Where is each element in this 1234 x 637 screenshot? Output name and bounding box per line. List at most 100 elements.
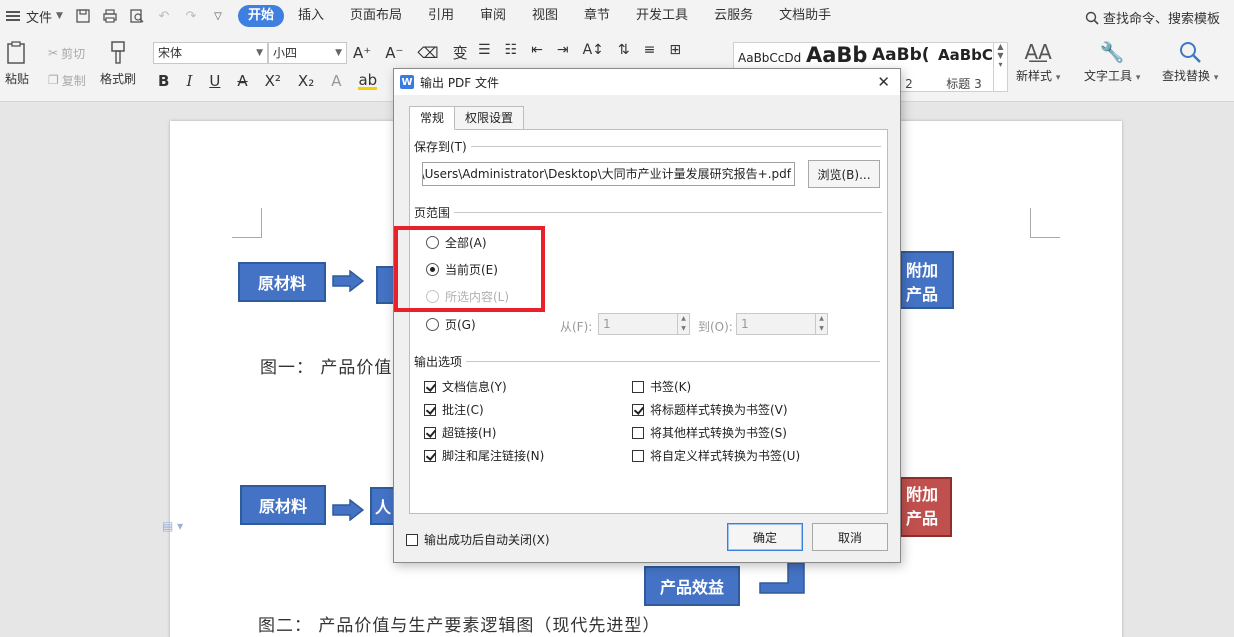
tab-references[interactable]: 引用 (416, 5, 466, 27)
tab-view[interactable]: 视图 (520, 5, 570, 27)
ok-button[interactable]: 确定 (727, 523, 803, 551)
command-search[interactable]: 查找命令、搜索模板 (1085, 8, 1220, 27)
format-painter-button[interactable]: 格式刷 (100, 40, 136, 87)
tab-document-assistant[interactable]: 文档助手 (767, 5, 843, 27)
option-other-styles-to-bookmarks[interactable]: 将其他样式转换为书签(S) (632, 424, 787, 441)
dialog-tabs: 常规 权限设置 (409, 106, 525, 130)
phonetic-guide-icon[interactable]: 变 (453, 42, 468, 63)
subscript-icon[interactable]: X₂ (298, 72, 314, 90)
numbered-list-icon[interactable]: ☷ (505, 42, 518, 58)
option-comments[interactable]: 批注(C) (424, 401, 484, 418)
tab-developer[interactable]: 开发工具 (624, 5, 700, 27)
option-label: 文档信息(Y) (442, 380, 507, 394)
ok-label: 确定 (752, 530, 777, 545)
font-size-value: 小四 (273, 46, 298, 60)
tab-insert[interactable]: 插入 (286, 5, 336, 27)
font-name-select[interactable]: 宋体 ▼ (153, 42, 268, 64)
tab-page-layout[interactable]: 页面布局 (338, 5, 414, 27)
checkbox[interactable] (632, 403, 644, 416)
strikethrough-icon[interactable]: A (237, 72, 247, 90)
increase-font-icon[interactable]: A⁺ (353, 44, 371, 62)
checkbox[interactable] (424, 403, 436, 416)
clipboard-icon (7, 41, 25, 64)
stepper-arrows-icon[interactable]: ▲ ▼ (677, 314, 689, 334)
decrease-font-icon[interactable]: A⁻ (385, 44, 403, 62)
cut-button[interactable]: ✂ 剪切 (48, 42, 85, 64)
underline-icon[interactable]: U (209, 72, 220, 90)
from-page-stepper[interactable]: 1 ▲ ▼ (598, 313, 690, 335)
text-effect-icon[interactable]: A (331, 72, 341, 90)
find-replace-button[interactable]: 查找替换 ▾ (1162, 40, 1218, 84)
checkbox[interactable] (424, 449, 436, 462)
option-footnote-links[interactable]: 脚注和尾注链接(N) (424, 447, 544, 464)
paste-button[interactable]: 粘贴 (4, 40, 30, 87)
checkbox[interactable] (632, 449, 644, 462)
browse-button[interactable]: 浏览(B)... (808, 160, 880, 188)
tab-general[interactable]: 常规 (409, 106, 456, 130)
dialog-titlebar[interactable]: W 输出 PDF 文件 ✕ (394, 69, 900, 95)
figure2-caption: 图二： 产品价值与生产要素逻辑图（现代先进型） (258, 616, 661, 636)
redo-icon[interactable]: ↷ (181, 6, 201, 26)
paragraph-tools-top: ☰ ☷ ⇤ ⇥ A↕ ⇅ ≡ ⊞ (478, 42, 681, 58)
tab-review[interactable]: 审阅 (468, 5, 518, 27)
style-gallery-scroll[interactable]: ▲ ▼ ▾ (993, 42, 1007, 92)
highlight-icon[interactable]: ab (358, 72, 378, 90)
option-bookmarks[interactable]: 书签(K) (632, 378, 691, 395)
tab-chapter[interactable]: 章节 (572, 5, 622, 27)
save-path-input[interactable]: \Users\Administrator\Desktop\大同市产业计量发展研究… (422, 162, 795, 186)
option-document-info[interactable]: 文档信息(Y) (424, 378, 507, 395)
close-icon[interactable]: ✕ (877, 73, 890, 91)
paragraph-marker-icon[interactable]: ▤ ▾ (162, 519, 183, 533)
tab-permissions[interactable]: 权限设置 (454, 106, 525, 130)
option-hyperlinks[interactable]: 超链接(H) (424, 424, 496, 441)
wrench-icon: 🔧 (1099, 40, 1125, 64)
new-style-button[interactable]: A͟A 新样式 ▾ (1016, 40, 1060, 84)
table-border-icon[interactable]: ⊞ (669, 42, 681, 58)
to-page-stepper[interactable]: 1 ▲ ▼ (736, 313, 828, 335)
font-size-select[interactable]: 小四 ▼ (268, 42, 347, 64)
sort-icon[interactable]: ⇅ (618, 42, 630, 58)
format-painter-label: 格式刷 (100, 72, 137, 86)
tab-home[interactable]: 开始 (237, 5, 284, 27)
diagram1-raw-material-box: 原材料 (238, 262, 326, 302)
chevron-down-icon: ▾ (1213, 73, 1219, 83)
clear-format-icon[interactable]: ⌫ (417, 44, 438, 62)
copy-button[interactable]: ❐ 复制 (48, 69, 86, 91)
decrease-indent-icon[interactable]: ⇤ (531, 42, 543, 58)
radio-button[interactable] (426, 318, 439, 331)
save-icon[interactable] (73, 6, 93, 26)
diagram2-raw-material-label: 原材料 (258, 497, 307, 516)
file-menu[interactable]: 文件 ▼ (0, 7, 63, 26)
checkbox[interactable] (424, 380, 436, 393)
style-caption: 标题 3 (946, 77, 982, 91)
option-custom-styles-to-bookmarks[interactable]: 将自定义样式转换为书签(U) (632, 447, 800, 464)
radio-pages-label: 页(G) (445, 318, 476, 332)
customize-toolbar-icon[interactable]: ▽ (208, 6, 228, 26)
option-heading-to-bookmarks[interactable]: 将标题样式转换为书签(V) (632, 401, 788, 418)
print-preview-icon[interactable] (127, 6, 147, 26)
text-tools-button[interactable]: 🔧 文字工具 ▾ (1084, 40, 1140, 84)
bullet-list-icon[interactable]: ☰ (478, 42, 491, 58)
cancel-button[interactable]: 取消 (812, 523, 888, 551)
line-spacing-icon[interactable]: ≡ (644, 42, 656, 58)
radio-pages[interactable]: 页(G) (426, 316, 476, 333)
font-name-value: 宋体 (158, 46, 183, 60)
print-icon[interactable] (100, 6, 120, 26)
checkbox[interactable] (406, 533, 418, 546)
auto-close-option[interactable]: 输出成功后自动关闭(X) (406, 531, 550, 548)
tab-cloud-service[interactable]: 云服务 (702, 5, 765, 27)
option-label: 书签(K) (650, 380, 692, 394)
style-heading-3[interactable]: AaBbC 标题 3 (934, 43, 994, 91)
italic-icon[interactable]: I (186, 72, 192, 90)
checkbox[interactable] (424, 426, 436, 439)
undo-icon[interactable]: ↶ (154, 6, 174, 26)
superscript-icon[interactable]: X² (265, 72, 281, 90)
elbow-arrow-icon (759, 562, 805, 594)
checkbox[interactable] (632, 380, 644, 393)
save-to-section: 保存到(T) (414, 138, 881, 155)
stepper-arrows-icon[interactable]: ▲ ▼ (815, 314, 827, 334)
increase-indent-icon[interactable]: ⇥ (557, 42, 569, 58)
bold-icon[interactable]: B (158, 72, 169, 90)
text-direction-icon[interactable]: A↕ (583, 42, 604, 58)
checkbox[interactable] (632, 426, 644, 439)
